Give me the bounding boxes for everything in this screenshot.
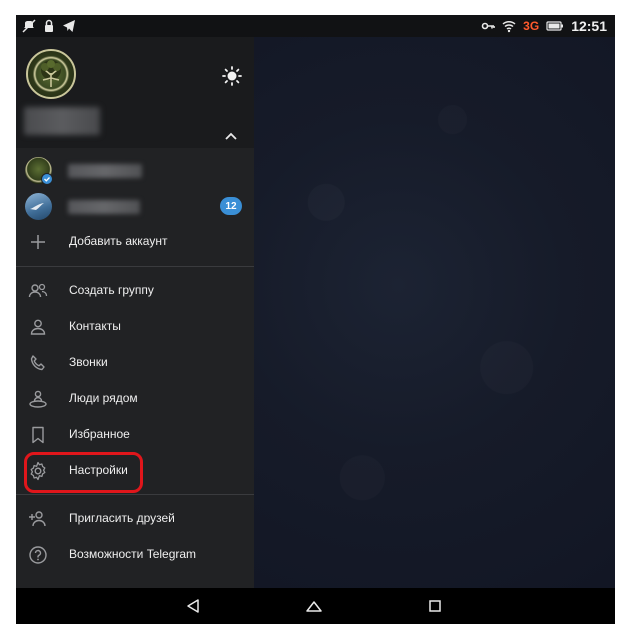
gear-icon	[28, 461, 48, 481]
menu-item-label: Настройки	[69, 463, 128, 477]
back-button[interactable]	[183, 597, 203, 615]
menu-item-invite-friends[interactable]: Пригласить друзей	[16, 501, 254, 537]
chevron-up-icon[interactable]	[222, 129, 240, 143]
account-name-redacted	[68, 200, 140, 214]
menu-item-label: Звонки	[69, 355, 108, 369]
profile-name-redacted	[24, 107, 100, 135]
account-name-redacted	[68, 164, 142, 178]
account-item[interactable]: 12	[16, 188, 254, 224]
key-icon	[481, 19, 495, 33]
chat-background[interactable]	[254, 37, 615, 588]
add-user-icon	[28, 509, 48, 529]
status-bar: 3G 12:51	[16, 15, 615, 37]
menu-item-people-nearby[interactable]: Люди рядом	[16, 381, 254, 417]
theme-toggle-sun-icon[interactable]	[221, 65, 243, 87]
navigation-drawer: 12 Добавить аккаунт Создать группу Конта…	[16, 37, 254, 588]
no-notifications-icon	[22, 19, 36, 33]
menu-item-new-group[interactable]: Создать группу	[16, 273, 254, 309]
menu-item-label: Избранное	[69, 427, 130, 441]
account-avatar	[25, 157, 53, 185]
menu-item-settings[interactable]: Настройки	[16, 453, 254, 489]
add-account-label: Добавить аккаунт	[69, 234, 168, 248]
phone-screen: 3G 12:51 12 Добавить аккаунт Создать гру…	[16, 15, 615, 624]
profile-avatar[interactable]	[26, 49, 76, 99]
menu-item-telegram-features[interactable]: Возможности Telegram	[16, 537, 254, 573]
help-icon	[28, 545, 48, 565]
contact-icon	[28, 317, 48, 337]
plus-icon	[28, 232, 48, 252]
home-button[interactable]	[304, 597, 324, 615]
unread-badge: 12	[220, 197, 242, 215]
verified-check-icon	[41, 173, 53, 185]
menu-item-label: Пригласить друзей	[69, 511, 175, 525]
people-nearby-icon	[28, 389, 48, 409]
system-navigation-bar	[16, 588, 615, 624]
clock: 12:51	[571, 18, 607, 34]
account-avatar	[25, 193, 52, 220]
menu-item-label: Возможности Telegram	[69, 547, 197, 561]
group-icon	[28, 281, 48, 301]
menu-item-calls[interactable]: Звонки	[16, 345, 254, 381]
lock-icon	[42, 19, 56, 33]
battery-icon	[546, 19, 564, 33]
menu-item-saved-messages[interactable]: Избранное	[16, 417, 254, 453]
recents-button[interactable]	[425, 597, 445, 615]
divider	[16, 266, 254, 267]
divider	[16, 494, 254, 495]
phone-icon	[28, 353, 48, 373]
menu-item-label: Создать группу	[69, 283, 154, 297]
wifi-icon	[502, 19, 516, 33]
drawer-header	[16, 37, 254, 148]
network-type: 3G	[523, 19, 540, 33]
telegram-send-icon	[62, 19, 76, 33]
bookmark-icon	[28, 425, 48, 445]
account-item[interactable]	[16, 152, 254, 188]
menu-item-label: Контакты	[69, 319, 121, 333]
add-account-button[interactable]: Добавить аккаунт	[16, 224, 254, 260]
menu-item-label: Люди рядом	[69, 391, 138, 405]
menu-item-contacts[interactable]: Контакты	[16, 309, 254, 345]
